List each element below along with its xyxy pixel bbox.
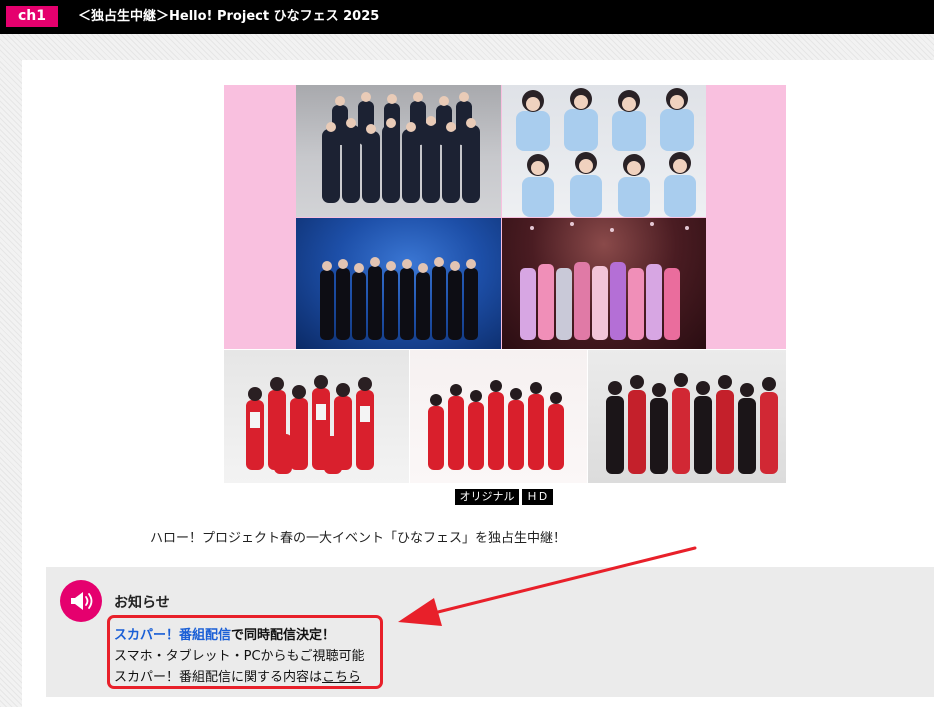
- group-photo-6: [410, 350, 587, 483]
- group-photo-7: [588, 350, 786, 483]
- page-header: ch1 ＜独占生中継＞Hello! Project ひなフェス 2025: [0, 0, 934, 34]
- group-photo-1: [296, 85, 501, 217]
- group-photo-4: [502, 218, 706, 349]
- program-title: ＜独占生中継＞Hello! Project ひなフェス 2025: [78, 9, 380, 24]
- group-photo-3: [296, 218, 501, 349]
- program-key-visual: [224, 85, 786, 483]
- hd-tag: ＨＤ: [522, 489, 553, 505]
- channel-badge: ch1: [6, 6, 58, 27]
- megaphone-icon: [60, 580, 102, 622]
- original-tag: オリジナル: [455, 489, 519, 505]
- annotation-arrow: [398, 546, 697, 626]
- group-photo-2: [502, 85, 706, 217]
- annotation-highlight-box: [107, 615, 383, 689]
- notice-heading: お知らせ: [114, 595, 170, 611]
- group-photo-5: [224, 350, 409, 483]
